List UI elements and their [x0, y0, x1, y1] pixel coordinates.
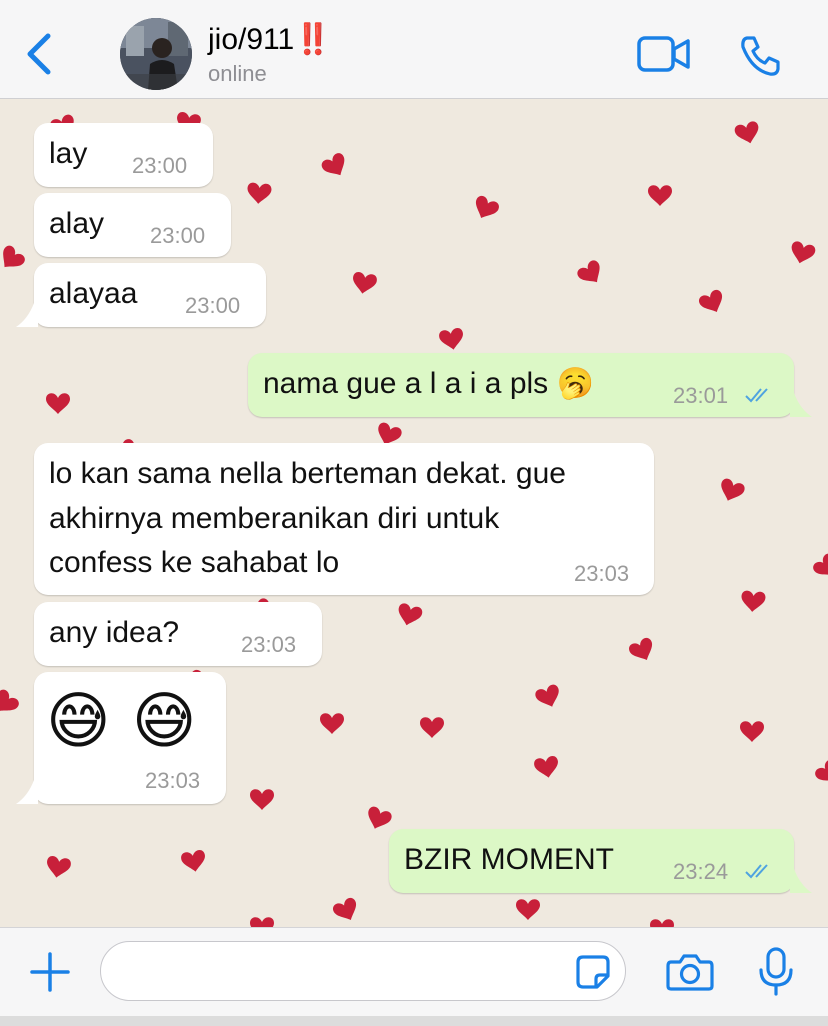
double-check-icon — [745, 388, 768, 403]
chat-area[interactable]: lay 23:00 alay 23:00 alayaa 23:00 nama g… — [0, 99, 828, 927]
heart-pattern — [321, 153, 345, 176]
bubble-tail — [790, 869, 812, 893]
message-incoming[interactable]: lay 23:00 — [34, 123, 213, 187]
camera-icon — [666, 954, 714, 991]
contact-status: online — [208, 61, 267, 86]
phone-icon — [741, 36, 780, 76]
back-button[interactable] — [22, 30, 58, 78]
avatar[interactable] — [120, 18, 192, 90]
heart-pattern — [181, 850, 205, 872]
message-outgoing[interactable]: BZIR MOMENT 23:24 — [389, 829, 794, 893]
heart-pattern — [721, 478, 745, 501]
attach-button[interactable] — [28, 950, 72, 999]
message-time: 23:00 — [185, 293, 241, 318]
message-text-line: akhirnya memberanikan diri untuk — [49, 502, 500, 535]
message-input[interactable] — [121, 952, 565, 992]
voice-call-button[interactable] — [738, 34, 782, 83]
video-call-button[interactable] — [636, 34, 692, 79]
heart-pattern — [516, 899, 540, 920]
bubble-tail — [16, 303, 38, 327]
heart-pattern — [250, 789, 274, 810]
chat-header: jio/911‼️ online — [0, 0, 828, 99]
heart-pattern — [650, 919, 674, 927]
message-emoji: 😅 😅 — [46, 687, 199, 756]
bubble-tail — [790, 393, 812, 417]
heart-pattern — [320, 713, 344, 734]
heart-pattern — [250, 917, 274, 927]
message-incoming[interactable]: 😅 😅 23:03 — [34, 672, 226, 804]
chevron-left-icon — [27, 33, 51, 75]
heart-pattern — [741, 590, 766, 612]
heart-pattern — [740, 721, 764, 742]
heart-pattern — [475, 195, 499, 219]
sticker-icon — [576, 955, 610, 989]
heart-pattern — [815, 759, 828, 782]
heart-pattern — [247, 182, 272, 204]
heart-pattern — [439, 328, 463, 350]
heart-pattern — [368, 806, 392, 829]
message-text: any idea? — [49, 616, 180, 649]
heart-pattern — [648, 185, 672, 206]
message-input-box[interactable] — [100, 941, 626, 1001]
video-camera-icon — [637, 36, 690, 72]
heart-pattern — [47, 856, 71, 878]
double-exclamation-emoji: ‼️ — [294, 23, 331, 56]
heart-pattern — [420, 717, 444, 738]
message-text: alay — [49, 207, 105, 240]
message-incoming[interactable]: alayaa 23:00 — [34, 263, 266, 327]
sticker-button[interactable] — [575, 954, 611, 995]
heart-pattern — [629, 637, 653, 661]
message-text: BZIR MOMENT — [404, 843, 614, 876]
message-time: 23:03 — [241, 632, 297, 657]
camera-button[interactable] — [666, 952, 714, 997]
bubble-tail — [16, 780, 38, 804]
heart-pattern — [46, 393, 70, 414]
contact-name[interactable]: jio/911‼️ — [208, 22, 332, 57]
heart-pattern — [734, 121, 759, 144]
heart-pattern — [353, 272, 377, 294]
composer-bar — [0, 927, 828, 1026]
voice-message-button[interactable] — [756, 946, 796, 1003]
heart-pattern — [0, 689, 19, 712]
message-incoming[interactable]: lo kan sama nella berteman dekat. gue ak… — [34, 443, 654, 595]
message-incoming[interactable]: any idea? 23:03 — [34, 602, 322, 666]
home-indicator-bar — [0, 1016, 828, 1026]
plus-icon — [30, 952, 70, 992]
heart-pattern — [535, 684, 559, 707]
message-outgoing[interactable]: nama gue a l a i a pls 🥱 23:01 — [248, 353, 794, 417]
message-text: lay — [49, 137, 88, 170]
message-text-line: confess ke sahabat lo — [49, 546, 340, 579]
message-text: nama gue a l a i a pls 🥱 — [263, 367, 594, 400]
heart-pattern — [791, 241, 816, 264]
message-text-line: lo kan sama nella berteman dekat. gue — [49, 457, 566, 490]
message-time: 23:01 — [673, 383, 729, 408]
contact-name-text: jio/911 — [208, 23, 295, 56]
double-check-icon — [745, 864, 768, 879]
heart-pattern — [398, 603, 423, 626]
heart-pattern — [3, 245, 25, 268]
heart-pattern — [333, 897, 357, 921]
message-time: 23:24 — [673, 859, 729, 884]
heart-pattern — [813, 553, 828, 576]
message-time: 23:00 — [150, 223, 206, 248]
microphone-icon — [759, 947, 793, 996]
heart-pattern — [699, 289, 723, 313]
heart-pattern — [534, 756, 558, 778]
message-time: 23:00 — [132, 153, 188, 178]
message-incoming[interactable]: alay 23:00 — [34, 193, 231, 257]
message-text: alayaa — [49, 277, 138, 310]
message-time: 23:03 — [145, 768, 201, 793]
message-time: 23:03 — [574, 561, 630, 586]
heart-pattern — [577, 260, 600, 283]
